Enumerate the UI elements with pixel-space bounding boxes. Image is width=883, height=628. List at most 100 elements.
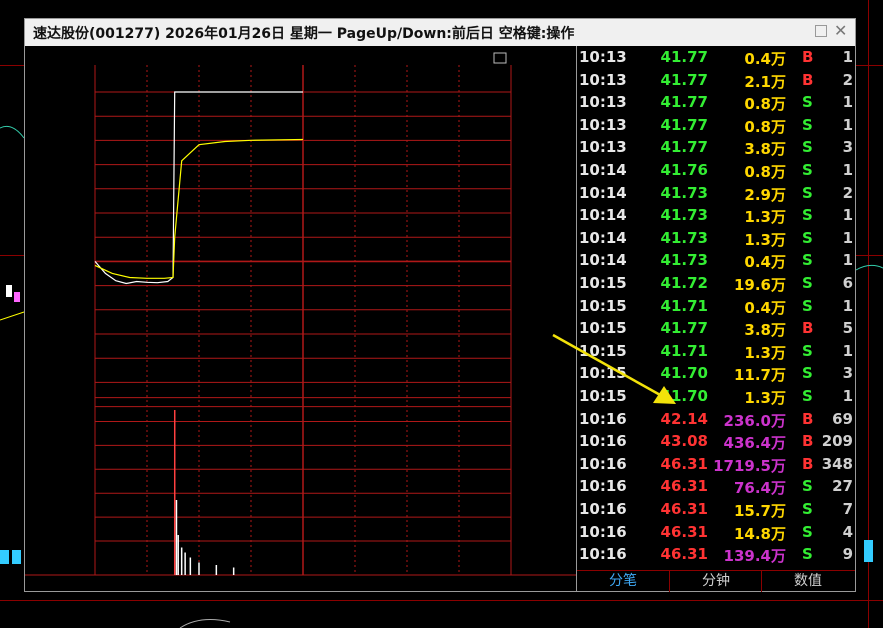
intraday-chart[interactable]	[25, 46, 576, 592]
trade-count: 1	[842, 206, 853, 225]
tab-minute[interactable]: 分钟	[669, 571, 762, 592]
trade-direction: B	[802, 48, 814, 66]
trade-volume: 2.9万	[744, 185, 786, 204]
trade-direction: S	[802, 183, 813, 202]
trade-price: 41.72	[660, 274, 708, 292]
trade-row[interactable]: 10:14 41.73 1.3万 S 1	[577, 204, 855, 226]
trade-price: 41.77	[660, 93, 708, 112]
trade-direction: S	[802, 251, 813, 270]
close-button[interactable]: ✕	[834, 21, 847, 41]
trade-row[interactable]: 10:13 41.77 0.8万 S 1	[577, 114, 855, 136]
trade-row[interactable]: 10:16 46.31 1719.5万 B 348	[577, 453, 855, 475]
trade-count: 9	[842, 545, 853, 564]
trade-time: 10:15	[579, 274, 627, 292]
trade-row[interactable]: 10:15 41.72 19.6万 S 6	[577, 272, 855, 294]
trade-count: 1	[842, 93, 853, 112]
trade-row[interactable]: 10:13 41.77 2.1万 B 2	[577, 69, 855, 91]
trade-row[interactable]: 10:16 46.31 139.4万 S 9	[577, 543, 855, 565]
trade-count: 3	[842, 364, 853, 383]
trade-row[interactable]: 10:15 41.71 1.3万 S 1	[577, 340, 855, 362]
chart-canvas	[25, 52, 576, 576]
tape-tab-bar: 分笔 分钟 数值	[577, 570, 855, 592]
trade-count: 27	[832, 477, 853, 496]
trade-time: 10:14	[579, 228, 627, 247]
trade-time: 10:15	[579, 364, 627, 383]
trade-count: 4	[842, 522, 853, 541]
trade-price: 42.14	[660, 409, 708, 428]
trade-direction: B	[802, 319, 814, 338]
trade-row[interactable]: 10:15 41.77 3.8万 B 5	[577, 317, 855, 339]
trade-count: 2	[842, 183, 853, 202]
tab-trades[interactable]: 分笔	[577, 571, 669, 592]
trade-count: 1	[842, 387, 853, 405]
trade-count: 1	[842, 251, 853, 270]
trade-volume: 436.4万	[723, 434, 786, 453]
trade-row[interactable]: 10:13 41.77 0.8万 S 1	[577, 91, 855, 113]
trade-row[interactable]: 10:16 46.31 14.8万 S 4	[577, 521, 855, 543]
trade-row[interactable]: 10:14 41.73 0.4万 S 1	[577, 249, 855, 271]
trade-price: 41.70	[660, 387, 708, 405]
trade-count: 7	[842, 500, 853, 518]
trade-price: 41.70	[660, 364, 708, 383]
trade-volume: 1.3万	[744, 343, 786, 362]
trade-row[interactable]: 10:14 41.76 0.8万 S 1	[577, 159, 855, 181]
trade-price: 41.73	[660, 251, 708, 270]
trade-price: 41.73	[660, 206, 708, 225]
trade-volume: 2.1万	[744, 72, 786, 91]
trade-count: 1	[842, 48, 853, 66]
title-bar[interactable]: 速达股份(001277) 2026年01月26日 星期一 PageUp/Down…	[25, 19, 855, 46]
trade-row[interactable]: 10:15 41.71 0.4万 S 1	[577, 295, 855, 317]
trade-time: 10:16	[579, 500, 627, 518]
chart-options-icon	[493, 52, 507, 64]
trade-row[interactable]: 10:13 41.77 3.8万 S 3	[577, 136, 855, 158]
trade-direction: B	[802, 432, 814, 451]
trade-price: 43.08	[660, 432, 708, 451]
trade-direction: S	[802, 387, 813, 405]
trade-time: 10:14	[579, 206, 627, 225]
trade-price: 41.77	[660, 48, 708, 66]
trade-time: 10:13	[579, 115, 627, 134]
trade-row[interactable]: 10:14 41.73 2.9万 S 2	[577, 182, 855, 204]
trade-time: 10:13	[579, 93, 627, 112]
trade-direction: S	[802, 522, 813, 541]
trade-direction: S	[802, 341, 813, 360]
trade-count: 1	[842, 341, 853, 360]
trade-time: 10:13	[579, 70, 627, 89]
trade-direction: S	[802, 161, 813, 179]
trade-count: 1	[842, 115, 853, 134]
trade-row[interactable]: 10:16 42.14 236.0万 B 69	[577, 408, 855, 430]
trade-price: 41.77	[660, 70, 708, 89]
trade-volume: 76.4万	[733, 479, 786, 498]
trade-time: 10:15	[579, 296, 627, 315]
trade-volume: 11.7万	[733, 366, 786, 385]
trade-volume: 14.8万	[733, 524, 786, 543]
trade-row[interactable]: 10:15 41.70 1.3万 S 1	[577, 385, 855, 407]
trade-volume: 139.4万	[723, 547, 786, 566]
trade-direction: B	[802, 454, 814, 473]
trade-time: 10:15	[579, 319, 627, 338]
trade-count: 209	[821, 432, 853, 451]
trade-row[interactable]: 10:16 46.31 15.7万 S 7	[577, 498, 855, 520]
trade-row[interactable]: 10:16 46.31 76.4万 S 27	[577, 475, 855, 497]
trade-time: 10:16	[579, 409, 627, 428]
trade-volume: 1.3万	[744, 389, 786, 407]
trade-price: 41.73	[660, 228, 708, 247]
window-title: 速达股份(001277) 2026年01月26日 星期一 PageUp/Down…	[33, 26, 575, 42]
trade-row[interactable]: 10:16 43.08 436.4万 B 209	[577, 430, 855, 452]
trade-volume: 0.8万	[744, 95, 786, 114]
trade-direction: S	[802, 364, 813, 383]
trade-price: 41.71	[660, 296, 708, 315]
trade-row[interactable]: 10:15 41.70 11.7万 S 3	[577, 362, 855, 384]
trade-price: 41.77	[660, 138, 708, 157]
trade-volume: 1.3万	[744, 208, 786, 227]
trade-direction: S	[802, 93, 813, 112]
trade-price: 46.31	[660, 454, 708, 473]
trade-price: 46.31	[660, 545, 708, 564]
trade-volume: 3.8万	[744, 321, 786, 340]
maximize-button[interactable]	[815, 25, 827, 37]
tab-values[interactable]: 数值	[761, 571, 854, 592]
trade-row[interactable]: 10:14 41.73 1.3万 S 1	[577, 227, 855, 249]
trade-direction: S	[802, 115, 813, 134]
trade-count: 5	[842, 319, 853, 338]
trade-row[interactable]: 10:13 41.77 0.4万 B 1	[577, 46, 855, 68]
